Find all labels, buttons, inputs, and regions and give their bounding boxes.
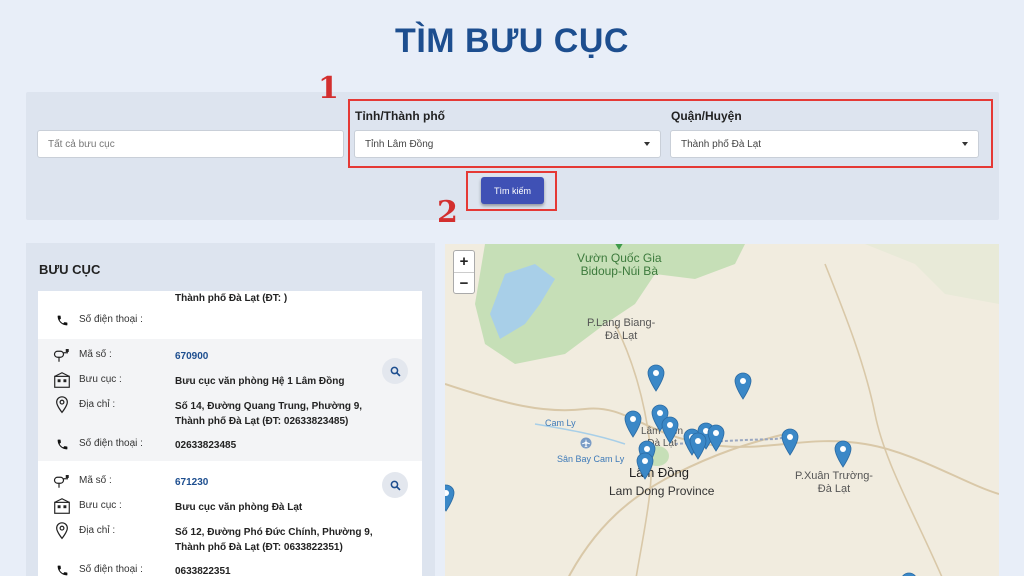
- park-icon: [615, 244, 623, 250]
- phone-icon: [52, 435, 72, 453]
- results-list[interactable]: Thành phố Đà Lạt (ĐT: ) Số điện thoại : …: [38, 291, 422, 576]
- post-office-name: Bưu cục văn phòng Hệ 1 Lâm Đồng: [175, 376, 345, 387]
- address-label: Địa chỉ :: [79, 525, 116, 536]
- map-marker[interactable]: [834, 440, 852, 468]
- address-label: Địa chỉ :: [79, 399, 116, 410]
- search-icon: [390, 480, 401, 491]
- annotation-number-1: 1: [318, 71, 339, 106]
- code-label: Mã số :: [79, 349, 112, 360]
- airport-icon: [580, 437, 592, 449]
- view-on-map-button[interactable]: [382, 358, 408, 384]
- phone-icon: [52, 311, 72, 329]
- map-label-park: Vườn Quốc Gia Bidoup-Núi Bà: [577, 251, 662, 278]
- map-marker[interactable]: [900, 572, 918, 576]
- building-icon: [52, 371, 72, 389]
- map-zoom-control: + −: [453, 250, 475, 294]
- list-item: Mã số : 670900 Bưu cục : Bưu cục văn phò…: [38, 339, 422, 461]
- map-marker[interactable]: [734, 372, 752, 400]
- list-item: Thành phố Đà Lạt (ĐT: ) Số điện thoại :: [38, 291, 422, 339]
- building-icon: [52, 497, 72, 515]
- phone-icon: [52, 561, 72, 576]
- phone-label: Số điện thoại :: [79, 564, 143, 575]
- phone-label: Số điện thoại :: [79, 438, 143, 449]
- results-panel: BƯU CỤC Thành phố Đà Lạt (ĐT: ) Số điện …: [26, 243, 435, 576]
- location-pin-icon: [52, 522, 72, 540]
- map-marker[interactable]: [445, 484, 455, 512]
- post-office-search-input[interactable]: [37, 130, 344, 158]
- annotation-number-2: 2: [437, 195, 458, 230]
- address-value: Thành phố Đà Lạt (ĐT: ): [175, 293, 288, 304]
- map-marker[interactable]: [661, 416, 679, 444]
- post-box-icon: [52, 472, 72, 490]
- map-zoom-out-button[interactable]: −: [454, 272, 474, 293]
- map-view[interactable]: + − Vườn Quốc Gia Bidoup-Núi Bà P.Lang B…: [445, 244, 999, 576]
- search-button[interactable]: Tìm kiếm: [481, 177, 544, 204]
- map-label-airport: Sân Bay Cam Ly: [557, 454, 625, 464]
- map-label-xuan-truong: P.Xuân Trường- Đà Lạt: [795, 470, 873, 495]
- post-box-icon: [52, 346, 72, 364]
- view-on-map-button[interactable]: [382, 472, 408, 498]
- name-label: Bưu cục :: [79, 374, 122, 385]
- map-marker[interactable]: [624, 410, 642, 438]
- map-label-lang-biang: P.Lang Biang- Đà Lạt: [587, 317, 656, 342]
- map-terrain: [445, 244, 999, 576]
- map-marker[interactable]: [636, 452, 654, 480]
- phone-label: Số điện thoại :: [79, 314, 143, 325]
- post-office-name: Bưu cục văn phòng Đà Lạt: [175, 502, 303, 513]
- map-marker[interactable]: [707, 424, 725, 452]
- phone-value: 0633822351: [175, 566, 231, 576]
- code-value: 671230: [175, 477, 209, 488]
- location-pin-icon: [52, 396, 72, 414]
- map-marker[interactable]: [781, 428, 799, 456]
- map-marker[interactable]: [647, 364, 665, 392]
- code-value: 670900: [175, 351, 209, 362]
- map-zoom-in-button[interactable]: +: [454, 251, 474, 272]
- map-label-cam-ly: Cam Ly: [545, 418, 576, 428]
- results-title: BƯU CỤC: [39, 262, 101, 277]
- annotation-box-step-1: [348, 99, 993, 168]
- list-item: Mã số : 671230 Bưu cục : Bưu cục văn phò…: [38, 461, 422, 576]
- page-title: TÌM BƯU CỤC: [395, 22, 629, 60]
- phone-value: 02633823485: [175, 440, 237, 451]
- map-marker[interactable]: [689, 432, 707, 460]
- name-label: Bưu cục :: [79, 500, 122, 511]
- code-label: Mã số :: [79, 475, 112, 486]
- address-value: Số 12, Đường Phó Đức Chính, Phường 9, Th…: [175, 527, 373, 553]
- address-value: Số 14, Đường Quang Trung, Phường 9, Thàn…: [175, 401, 363, 427]
- search-icon: [390, 366, 401, 377]
- map-label-province: Lam Dong Province: [609, 484, 715, 498]
